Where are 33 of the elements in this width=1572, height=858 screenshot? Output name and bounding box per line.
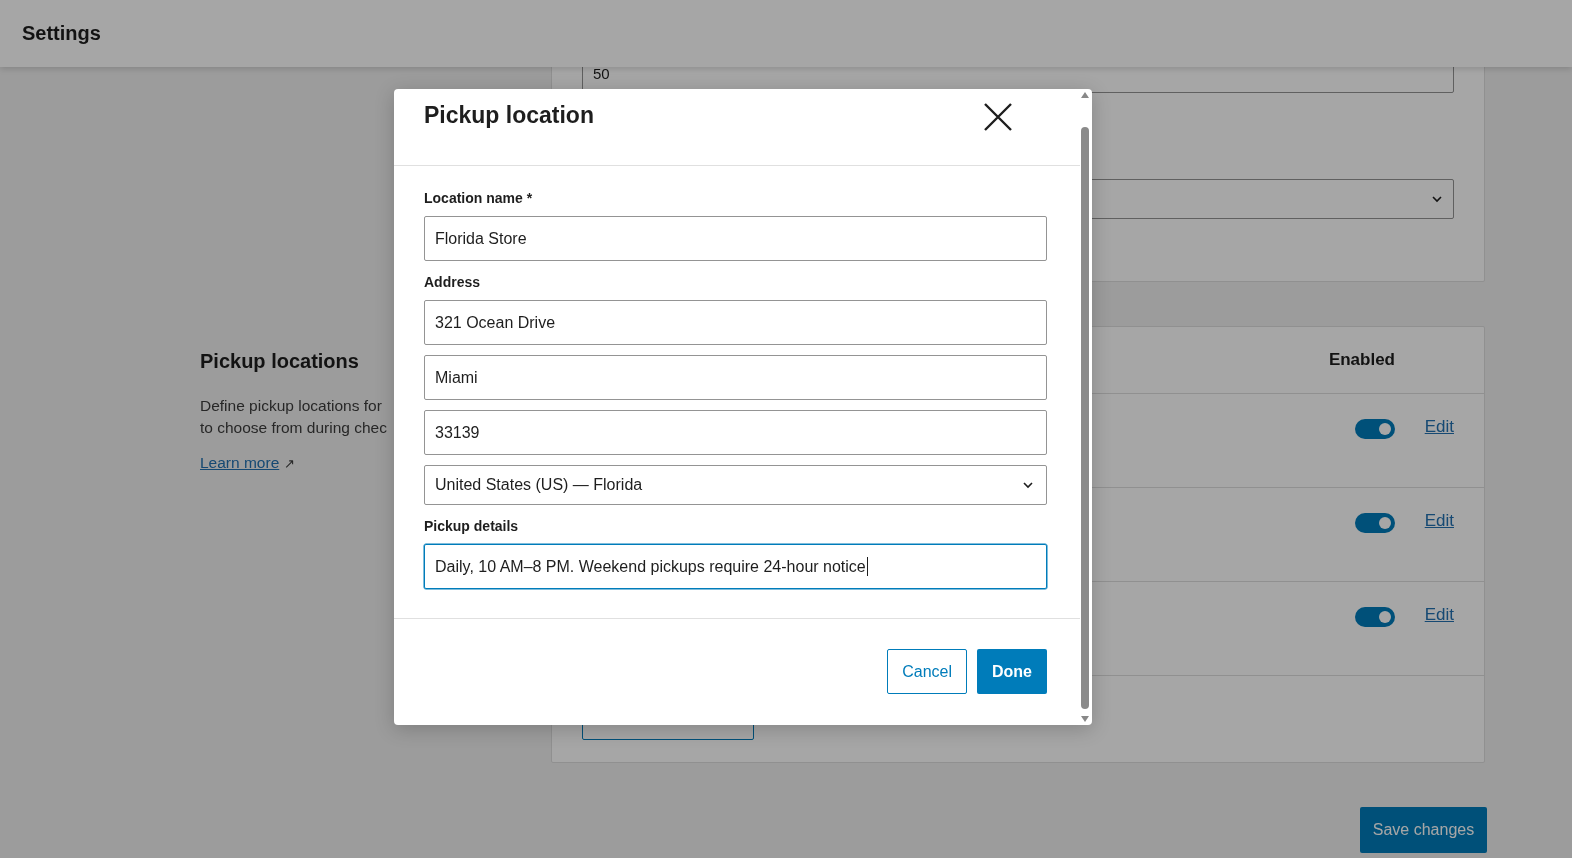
dropdown-field[interactable]: United States (US) — Florida xyxy=(424,465,1047,505)
scrollbar[interactable] xyxy=(1080,91,1090,723)
close-icon[interactable] xyxy=(983,102,1013,132)
external-link-icon: ↗ xyxy=(284,455,296,471)
scroll-down-arrow-icon[interactable] xyxy=(1080,715,1090,723)
edit-link[interactable]: Edit xyxy=(1424,511,1454,531)
dropdown-value: United States (US) — Florida xyxy=(435,476,643,494)
input-field[interactable]: Daily, 10 AM–8 PM. Weekend pickups require 24-hour notice xyxy=(424,544,1047,589)
field-label: Location name * xyxy=(424,190,534,206)
toggle-switch[interactable] xyxy=(1354,419,1395,439)
learn-more-link[interactable]: Learn more xyxy=(200,454,280,472)
scroll-up-arrow-icon[interactable] xyxy=(1080,91,1090,99)
page-title: Settings xyxy=(22,22,101,45)
field-label: Address xyxy=(424,274,482,290)
field-label: Pickup details xyxy=(424,518,520,534)
dialog-title: Pickup location xyxy=(424,102,594,129)
section-title: Pickup locations xyxy=(200,350,360,373)
input-field[interactable]: 33139 xyxy=(424,410,1047,455)
input-field[interactable]: Florida Store xyxy=(424,216,1047,261)
description-line: Define pickup locations for xyxy=(200,396,382,416)
column-heading: Enabled xyxy=(1328,350,1395,370)
description-line: to choose from during chec xyxy=(200,418,387,438)
input-field[interactable]: 321 Ocean Drive xyxy=(424,300,1047,345)
input-field[interactable]: Miami xyxy=(424,355,1047,400)
edit-link[interactable]: Edit xyxy=(1424,605,1454,625)
chevron-icon xyxy=(1431,195,1443,203)
done-button[interactable]: Done xyxy=(977,649,1047,694)
save-button[interactable]: Save changes xyxy=(1360,807,1487,853)
toggle-switch[interactable] xyxy=(1354,607,1395,627)
toggle-switch[interactable] xyxy=(1354,513,1395,533)
edit-link[interactable]: Edit xyxy=(1424,417,1454,437)
cancel-button[interactable]: Cancel xyxy=(887,649,967,694)
chevron-icon xyxy=(1022,481,1034,489)
